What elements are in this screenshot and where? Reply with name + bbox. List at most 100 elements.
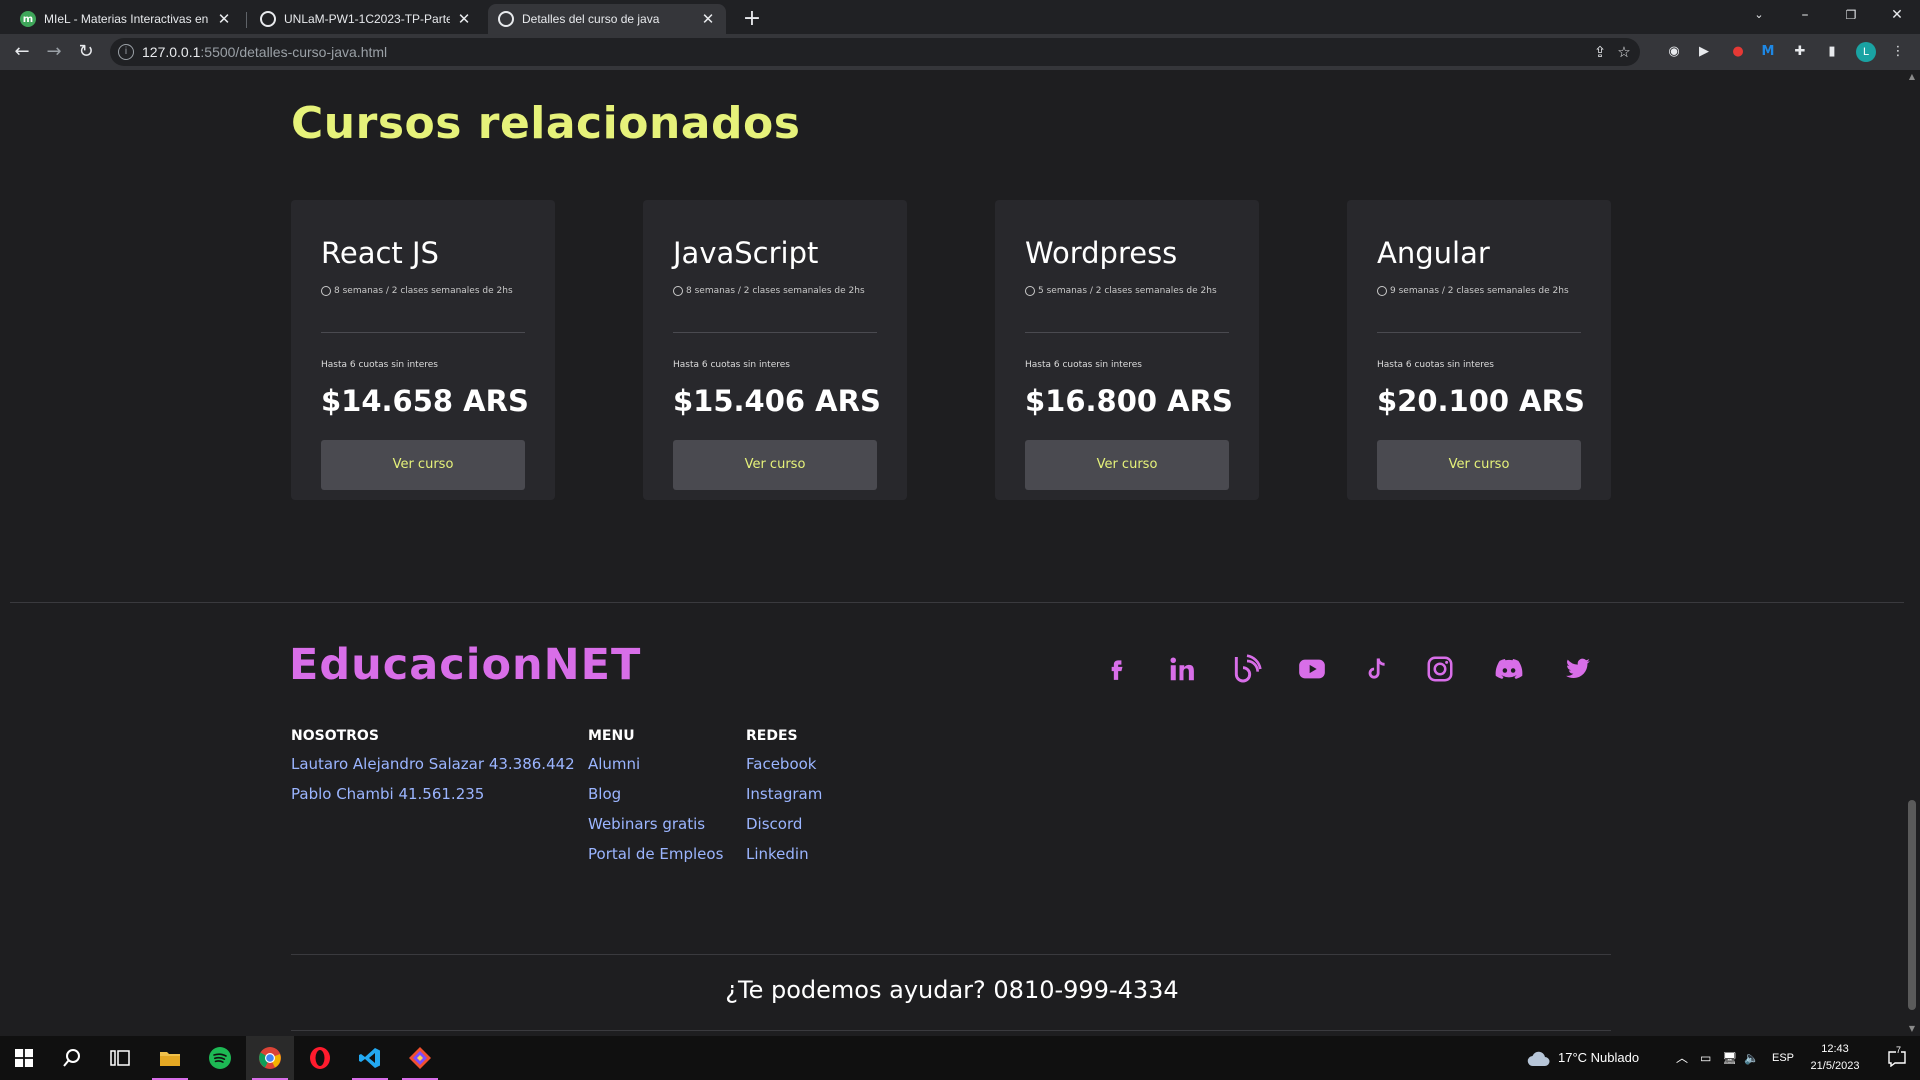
globe-icon bbox=[498, 11, 514, 27]
git-kraken-icon[interactable] bbox=[396, 1036, 444, 1080]
reload-icon[interactable]: ↻ bbox=[72, 38, 100, 66]
facebook-icon[interactable] bbox=[1099, 652, 1133, 686]
footer-divider bbox=[291, 954, 1611, 955]
windows-taskbar: 17°C Nublado ︿ ▭ 🖥 🔈 ESP 12:43 21/5/2023… bbox=[0, 1036, 1920, 1080]
course-cuotas: Hasta 6 cuotas sin interes bbox=[1377, 360, 1494, 370]
bookmark-star-icon[interactable]: ☆ bbox=[1614, 42, 1634, 62]
network-icon[interactable]: 🖥 bbox=[1722, 1036, 1737, 1080]
scroll-down-icon[interactable]: ▼ bbox=[1907, 1024, 1917, 1033]
blog-icon[interactable] bbox=[1230, 652, 1264, 686]
footer-link[interactable]: Alumni bbox=[588, 754, 723, 784]
course-price: $20.100 ARS bbox=[1377, 384, 1585, 418]
show-hidden-icons[interactable]: ︿ bbox=[1676, 1036, 1688, 1080]
browser-toolbar: ← → ↻ i 127.0.0.1:5500/detalles-curso-ja… bbox=[0, 34, 1920, 70]
footer-heading: MENU bbox=[588, 728, 635, 744]
course-cuotas: Hasta 6 cuotas sin interes bbox=[321, 360, 438, 370]
course-price: $16.800 ARS bbox=[1025, 384, 1233, 418]
extension-play-icon[interactable]: ▶ bbox=[1694, 42, 1714, 62]
windows-start-icon[interactable] bbox=[0, 1036, 48, 1080]
scrollbar-thumb[interactable] bbox=[1908, 800, 1916, 1010]
footer-link[interactable]: Linkedin bbox=[746, 844, 822, 874]
course-name: Angular bbox=[1377, 236, 1490, 270]
course-meta: 8 semanas / 2 clases semanales de 2hs bbox=[321, 286, 513, 296]
clock-icon bbox=[1025, 286, 1035, 296]
ver-curso-button[interactable]: Ver curso bbox=[673, 440, 877, 490]
close-tab-icon[interactable]: ✕ bbox=[700, 10, 716, 28]
browser-tab-bar: m MIeL - Materias Interactivas en Lí ✕ U… bbox=[0, 0, 1920, 34]
scroll-up-icon[interactable]: ▲ bbox=[1907, 72, 1917, 81]
system-clock[interactable]: 12:43 21/5/2023 bbox=[1800, 1041, 1870, 1075]
weather-widget[interactable]: 17°C Nublado bbox=[1526, 1036, 1639, 1080]
footer-heading: NOSOTROS bbox=[291, 728, 379, 744]
opera-icon[interactable] bbox=[296, 1036, 344, 1080]
chrome-icon[interactable] bbox=[246, 1036, 294, 1080]
page-scrollbar[interactable]: ▲ ▼ bbox=[1904, 70, 1920, 1036]
close-tab-icon[interactable]: ✕ bbox=[216, 10, 232, 28]
task-view-icon[interactable] bbox=[96, 1036, 144, 1080]
tab-search-icon[interactable]: ⌄ bbox=[1736, 0, 1782, 30]
footer-link[interactable]: Webinars gratis bbox=[588, 814, 723, 844]
youtube-icon[interactable] bbox=[1295, 652, 1329, 686]
footer-link[interactable]: Pablo Chambi 41.561.235 bbox=[291, 784, 575, 814]
ver-curso-button[interactable]: Ver curso bbox=[1025, 440, 1229, 490]
card-divider bbox=[321, 332, 525, 333]
course-card: React JS 8 semanas / 2 clases semanales … bbox=[291, 200, 555, 500]
profile-avatar[interactable]: L bbox=[1856, 42, 1876, 62]
course-card: Angular 9 semanas / 2 clases semanales d… bbox=[1347, 200, 1611, 500]
brand-logo[interactable]: EducacionNET bbox=[289, 640, 641, 690]
footer-link[interactable]: Discord bbox=[746, 814, 822, 844]
minimize-button[interactable]: – bbox=[1782, 0, 1828, 30]
card-divider bbox=[673, 332, 877, 333]
site-info-icon[interactable]: i bbox=[118, 44, 134, 60]
tab-title: Detalles del curso de java bbox=[522, 12, 660, 26]
url-text: 127.0.0.1:5500/detalles-curso-java.html bbox=[142, 44, 388, 60]
file-explorer-icon[interactable] bbox=[146, 1036, 194, 1080]
instagram-icon[interactable] bbox=[1423, 652, 1457, 686]
side-panel-icon[interactable]: ▮ bbox=[1822, 42, 1842, 62]
course-meta: 9 semanas / 2 clases semanales de 2hs bbox=[1377, 286, 1569, 296]
course-card: Wordpress 5 semanas / 2 clases semanales… bbox=[995, 200, 1259, 500]
clock-icon bbox=[673, 286, 683, 296]
footer-link[interactable]: Lautaro Alejandro Salazar 43.386.442 bbox=[291, 754, 575, 784]
volume-icon[interactable]: 🔈 bbox=[1744, 1036, 1759, 1080]
linkedin-icon[interactable] bbox=[1165, 652, 1199, 686]
back-icon[interactable]: ← bbox=[8, 38, 36, 66]
miel-icon: m bbox=[20, 11, 36, 27]
extension-icon[interactable]: ◉ bbox=[1664, 42, 1684, 62]
ver-curso-button[interactable]: Ver curso bbox=[321, 440, 525, 490]
footer-col-nosotros: NOSOTROS Lautaro Alejandro Salazar 43.38… bbox=[291, 728, 575, 814]
meet-icon[interactable]: ▭ bbox=[1700, 1036, 1711, 1080]
share-icon[interactable]: ⇪ bbox=[1590, 42, 1610, 62]
clock-icon bbox=[1377, 286, 1387, 296]
tiktok-icon[interactable] bbox=[1360, 652, 1394, 686]
footer-link[interactable]: Blog bbox=[588, 784, 723, 814]
search-icon[interactable] bbox=[48, 1036, 96, 1080]
globe-icon bbox=[260, 11, 276, 27]
ver-curso-button[interactable]: Ver curso bbox=[1377, 440, 1581, 490]
restore-button[interactable]: ❐ bbox=[1828, 0, 1874, 30]
cloud-icon bbox=[1527, 1051, 1550, 1066]
new-tab-button[interactable]: + bbox=[738, 5, 766, 33]
close-tab-icon[interactable]: ✕ bbox=[456, 10, 472, 28]
footer-link[interactable]: Instagram bbox=[746, 784, 822, 814]
close-window-button[interactable]: ✕ bbox=[1874, 0, 1920, 30]
discord-icon[interactable] bbox=[1492, 652, 1526, 686]
tab-miel[interactable]: m MIeL - Materias Interactivas en Lí ✕ bbox=[10, 4, 242, 34]
forward-icon[interactable]: → bbox=[40, 38, 68, 66]
menu-kebab-icon[interactable]: ⋮ bbox=[1888, 42, 1908, 62]
tab-unlam[interactable]: UNLaM-PW1-1C2023-TP-Parte1.p ✕ bbox=[250, 4, 482, 34]
course-name: JavaScript bbox=[673, 236, 819, 270]
tab-detalles[interactable]: Detalles del curso de java ✕ bbox=[488, 4, 726, 34]
vscode-icon[interactable] bbox=[346, 1036, 394, 1080]
extensions-puzzle-icon[interactable]: ✚ bbox=[1790, 42, 1810, 62]
twitter-icon[interactable] bbox=[1561, 652, 1595, 686]
footer-link[interactable]: Facebook bbox=[746, 754, 822, 784]
footer-link[interactable]: Portal de Empleos bbox=[588, 844, 723, 874]
spotify-icon[interactable] bbox=[196, 1036, 244, 1080]
language-indicator[interactable]: ESP bbox=[1772, 1036, 1794, 1080]
course-cuotas: Hasta 6 cuotas sin interes bbox=[1025, 360, 1142, 370]
extension-m-icon[interactable]: M bbox=[1758, 42, 1778, 62]
address-bar[interactable]: i 127.0.0.1:5500/detalles-curso-java.htm… bbox=[110, 38, 1640, 66]
notifications-icon[interactable]: 7 bbox=[1882, 1036, 1912, 1080]
extension-record-icon[interactable]: ● bbox=[1728, 42, 1748, 62]
